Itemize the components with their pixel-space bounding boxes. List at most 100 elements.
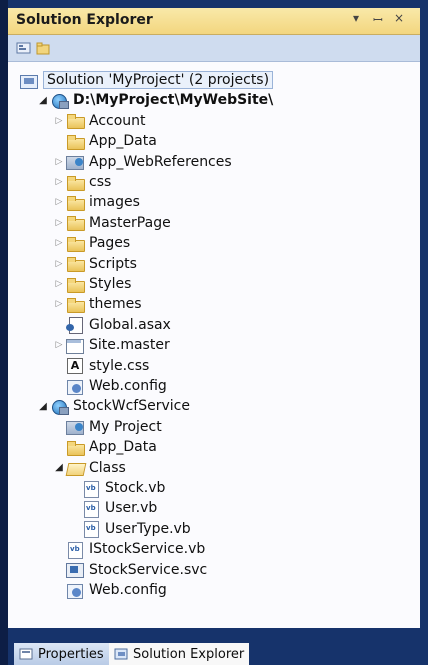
config-file-icon [66,583,84,599]
folder-icon [66,113,85,130]
folder-icon [66,256,85,273]
tree-item[interactable]: ▷ Site.master [52,335,170,355]
master-file-icon [66,338,84,354]
collapse-arrow-icon[interactable]: ◢ [36,95,50,106]
tree-item[interactable]: App_Data [52,437,157,457]
expand-arrow-icon[interactable]: ▷ [52,177,66,187]
tree-item[interactable]: ▷ themes [52,294,142,314]
expand-arrow-icon[interactable]: ▷ [52,116,66,126]
tab-properties-label: Properties [38,646,104,662]
folder-icon [66,134,85,150]
window-position-icon[interactable]: ▾ [353,11,359,25]
tree-item-label: App_Data [89,133,157,150]
tree-item-label: D:\MyProject\MyWebSite\ [73,92,274,109]
tree-item-label: Solution 'MyProject' (2 projects) [43,71,274,89]
tree-item-label: StockService.svc [89,561,208,578]
expand-arrow-icon[interactable]: ▷ [52,157,66,167]
solution-icon [20,73,38,89]
folder-icon [66,215,85,232]
tree-item-label: Web.config [89,582,167,598]
toolbar [8,35,420,62]
folder-icon [66,195,85,211]
expand-arrow-icon[interactable]: ▷ [52,279,66,289]
my-project-icon [66,419,84,436]
close-icon[interactable]: × [394,11,404,25]
tree-item[interactable]: Web.config [52,376,167,396]
tree-item[interactable]: My Project [52,417,162,437]
tree-item-label: Class [89,459,126,476]
expand-arrow-icon[interactable]: ▷ [52,299,66,309]
vb-file-icon [82,521,100,539]
tree-item[interactable]: UserType.vb [68,519,191,539]
tree-item[interactable]: ▷ Pages [52,233,130,253]
folder-icon [66,236,85,252]
pin-icon[interactable]: ꟷ [373,11,383,28]
expand-arrow-icon[interactable]: ▷ [52,238,66,248]
vb-file-icon [82,500,100,518]
tree-item[interactable]: Solution 'MyProject' (2 projects) [20,70,274,90]
folder-open-icon [66,460,84,475]
expand-arrow-icon[interactable]: ▷ [52,218,66,228]
collapse-arrow-icon[interactable]: ◢ [52,462,66,473]
properties-icon[interactable] [16,40,32,54]
tree-item[interactable]: ▷ Account [52,111,146,131]
tree-item[interactable]: ▷ App_WebReferences [52,152,232,172]
tree-item[interactable]: ◢ Class [52,458,126,478]
tree-item-label: Scripts [89,255,137,272]
vb-file-icon [82,480,100,498]
tree-item-label: MasterPage [89,214,171,231]
folder-icon [66,440,85,456]
folder-icon [66,175,85,191]
tab-solution-explorer[interactable]: Solution Explorer [109,643,250,665]
web-references-icon [66,154,84,171]
tree-item[interactable]: ◢ StockWcfService [36,396,190,416]
collapse-arrow-icon[interactable]: ◢ [36,401,50,412]
tree-item[interactable]: ▷ MasterPage [52,213,171,233]
solution-tree: Solution 'MyProject' (2 projects) ◢ D:\MyP… [8,62,420,628]
svc-file-icon [66,562,84,579]
expand-arrow-icon[interactable]: ▷ [52,197,66,207]
tree-item-label: User.vb [105,500,158,517]
tab-solution-explorer-label: Solution Explorer [133,646,245,662]
tree-item[interactable]: IStockService.vb [52,539,205,559]
panel-title: Solution Explorer [16,12,153,28]
tree-item[interactable]: ▷ Scripts [52,254,137,274]
tree-item[interactable]: Stock.vb [68,478,165,498]
tree-item-label: My Project [89,418,162,435]
tree-item[interactable]: Web.config [52,580,167,600]
expand-arrow-icon[interactable]: ▷ [52,259,66,269]
tree-item[interactable]: ▷ css [52,172,111,192]
show-all-files-icon[interactable] [36,40,52,55]
tree-item-label: css [89,174,112,190]
tree-item-label: Account [89,112,146,129]
tree-item-label: themes [89,296,142,313]
tree-item-label: Styles [89,276,132,292]
css-file-icon [66,358,84,375]
tree-item[interactable]: User.vb [68,498,157,518]
tree-item-label: App_WebReferences [89,153,232,170]
tree-item[interactable]: Global.asax [52,315,171,335]
tree-item-label: images [89,194,140,211]
tree-item[interactable]: App_Data [52,131,157,151]
config-file-icon [66,379,84,395]
web-site-icon [50,93,69,109]
tree-item-label: Stock.vb [105,480,166,496]
tree-item-label: Web.config [89,378,167,394]
tree-item[interactable]: style.css [52,356,149,376]
tree-item-label: App_Data [89,439,157,456]
tree-item-label: IStockService.vb [89,541,206,558]
tree-item[interactable]: StockService.svc [52,560,207,580]
tree-item[interactable]: ◢ D:\MyProject\MyWebSite\ [36,90,273,110]
tree-item-label: Site.master [89,337,170,354]
tab-properties[interactable]: Properties [14,643,109,665]
tree-item-label: Global.asax [89,316,171,333]
tree-item[interactable]: ▷ Styles [52,274,131,294]
asax-file-icon [66,317,84,335]
expand-arrow-icon[interactable]: ▷ [52,340,66,350]
title-bar: Solution Explorer ▾ ꟷ × [8,8,420,35]
folder-icon [66,297,85,313]
solution-explorer-tab-icon [114,648,128,660]
tree-item-label: Pages [89,235,131,252]
tree-item[interactable]: ▷ images [52,192,140,212]
properties-tab-icon [19,648,33,660]
